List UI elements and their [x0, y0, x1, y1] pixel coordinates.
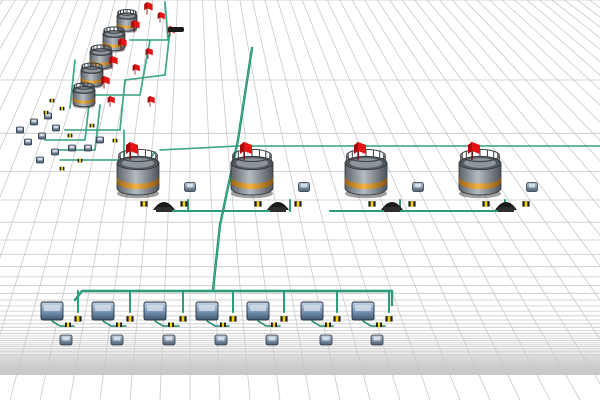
- valve-stem: [169, 322, 173, 327]
- valve-stem: [231, 316, 235, 322]
- sensor-face: [186, 183, 194, 188]
- sensor-face: [53, 125, 59, 129]
- valve-stem: [181, 316, 185, 322]
- warning-flag-icon[interactable]: [135, 64, 140, 72]
- warning-flag-icon[interactable]: [110, 96, 115, 104]
- reactor-unit[interactable]: [116, 142, 196, 212]
- valve-stem: [128, 316, 132, 322]
- pump-highlight: [250, 305, 266, 311]
- valve-stem: [410, 201, 414, 207]
- sensor-face: [17, 127, 23, 131]
- pump-highlight: [355, 305, 371, 311]
- valve-stem: [61, 106, 63, 111]
- sensor-face: [414, 183, 422, 188]
- valve-stem: [76, 316, 80, 322]
- sensor-face: [268, 336, 276, 341]
- valve-stem: [387, 316, 391, 322]
- warning-flag-icon[interactable]: [148, 48, 153, 56]
- warning-flag-icon[interactable]: [358, 142, 366, 154]
- valve-stem: [79, 158, 81, 163]
- tank-hatch: [236, 158, 268, 168]
- valve-stem: [45, 110, 47, 115]
- pump-highlight: [44, 305, 60, 311]
- pump-base: [498, 207, 514, 212]
- pump-highlight: [147, 305, 163, 311]
- sensor-face: [39, 133, 45, 137]
- reactor-row: [116, 142, 538, 212]
- valve-stem: [69, 133, 71, 138]
- reactor-unit[interactable]: [230, 142, 310, 212]
- sensor-face: [85, 145, 91, 149]
- sensor-face: [31, 119, 37, 123]
- valve-stem: [114, 138, 116, 143]
- valve-stem: [256, 201, 260, 207]
- valve-stem: [272, 322, 276, 327]
- sensor-face: [52, 149, 58, 153]
- valve-stem: [91, 123, 93, 128]
- reactor-unit[interactable]: [458, 142, 538, 212]
- valve-stem: [335, 316, 339, 322]
- valve-stem: [296, 201, 300, 207]
- sensor-face: [37, 157, 43, 161]
- sensor-face: [62, 336, 70, 341]
- valve-stem: [142, 201, 146, 207]
- warning-flag-icon[interactable]: [130, 142, 138, 154]
- valve-stem: [66, 322, 70, 327]
- plant-scene[interactable]: [0, 0, 600, 400]
- pump-highlight: [95, 305, 111, 311]
- sensor-face: [373, 336, 381, 341]
- valve-stem: [377, 322, 381, 327]
- valve-stem: [51, 98, 53, 103]
- valve-stem: [370, 201, 374, 207]
- reactor-unit[interactable]: [344, 142, 424, 212]
- sensor-face: [69, 145, 75, 149]
- warning-flag-icon[interactable]: [150, 96, 155, 104]
- valve-stem: [282, 316, 286, 322]
- valve-stem: [182, 201, 186, 207]
- valve-stem: [524, 201, 528, 207]
- warning-flag-icon[interactable]: [244, 142, 252, 154]
- valve-stem: [326, 322, 330, 327]
- pump-icon[interactable]: [168, 27, 184, 32]
- pump-base: [270, 207, 286, 212]
- warning-flag-icon[interactable]: [147, 2, 153, 11]
- far-equipment-row: [15, 2, 184, 171]
- sensor-face: [322, 336, 330, 341]
- sensor-face: [528, 183, 536, 188]
- warning-flag-icon[interactable]: [472, 142, 480, 154]
- tank-hatch: [350, 158, 382, 168]
- pump-base: [156, 207, 172, 212]
- process-plant-3d-viewport[interactable]: [0, 0, 600, 400]
- valve-stem: [484, 201, 488, 207]
- valve-stem: [117, 322, 121, 327]
- warning-flag-icon[interactable]: [112, 56, 118, 65]
- pump-base: [384, 207, 400, 212]
- tank-hatch: [122, 158, 154, 168]
- sensor-face: [165, 336, 173, 341]
- pump-highlight: [199, 305, 215, 311]
- sensor-face: [113, 336, 121, 341]
- sensor-face: [217, 336, 225, 341]
- sensor-face: [300, 183, 308, 188]
- warning-flag-icon[interactable]: [104, 76, 110, 85]
- valve-stem: [221, 322, 225, 327]
- valve-stem: [61, 166, 63, 171]
- sensor-face: [25, 139, 31, 143]
- pump-highlight: [304, 305, 320, 311]
- tank-hatch: [464, 158, 496, 168]
- sensor-face: [97, 137, 103, 141]
